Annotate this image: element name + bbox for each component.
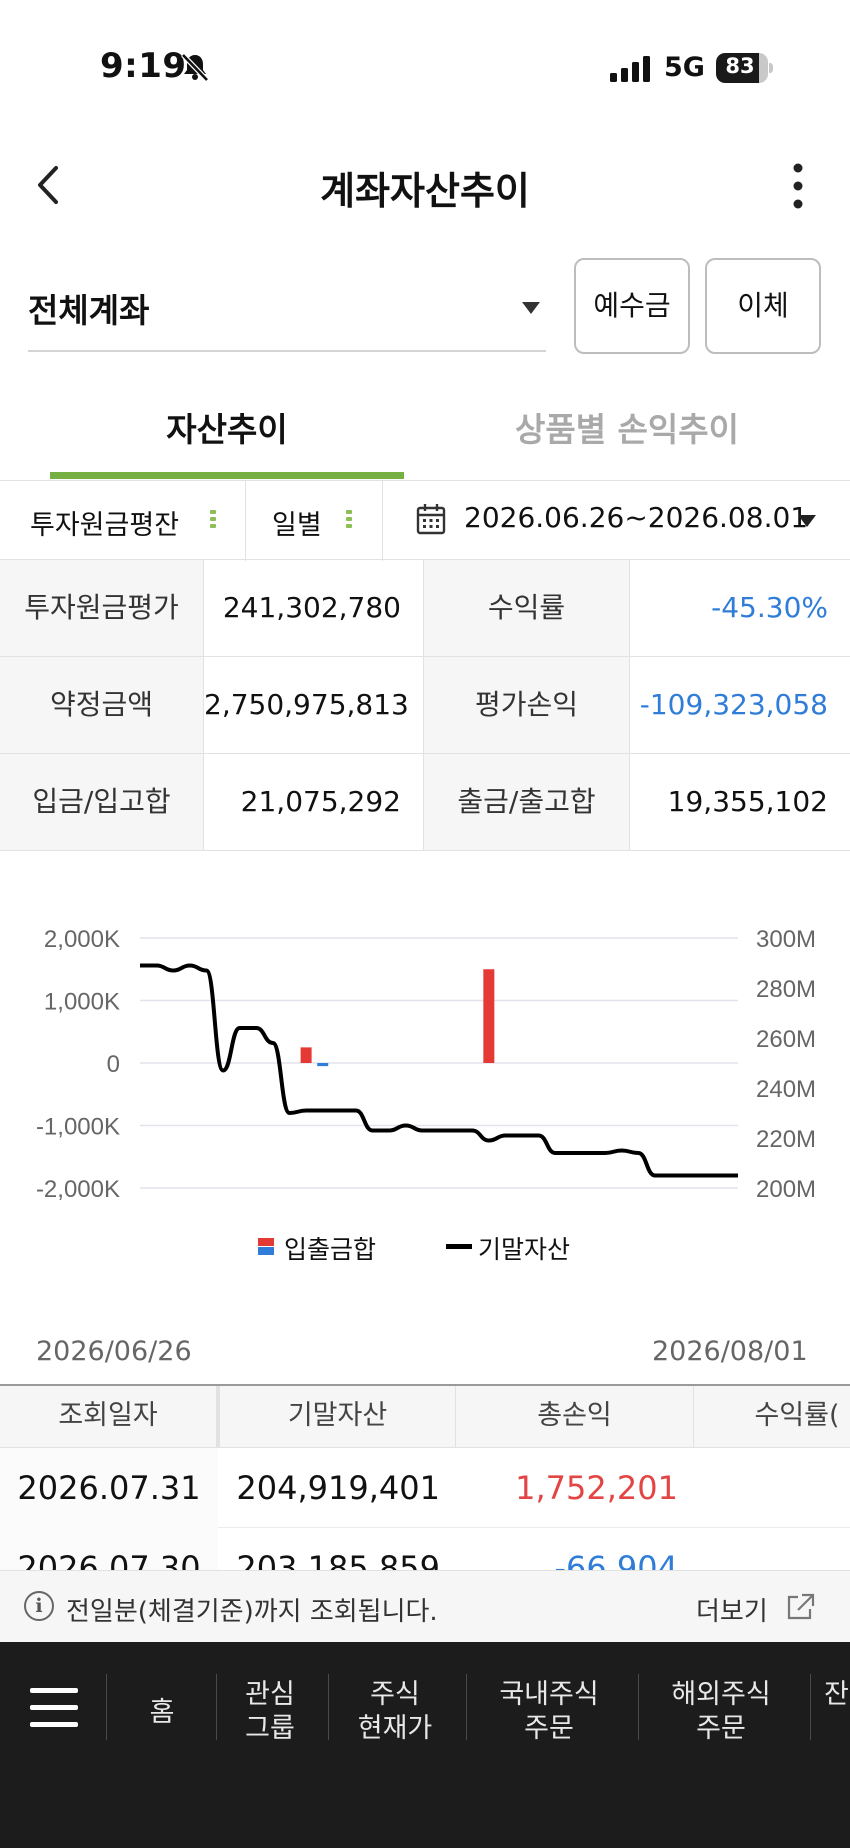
- y-right-tick-label: 200M: [756, 1176, 816, 1203]
- row-end-asset: 204,919,401: [236, 1469, 440, 1507]
- battery-level: 83: [725, 54, 755, 78]
- basis-label: 투자원금평잔: [30, 510, 180, 541]
- nav-overseas-order[interactable]: 해외주식 주문: [642, 1678, 800, 1746]
- nav-label: 그룹: [245, 1713, 295, 1744]
- app-header: 계좌자산추이: [0, 140, 850, 230]
- chart-bar: [483, 969, 495, 1063]
- end-asset-line: [140, 963, 738, 1178]
- row-total-pnl: -66,904: [554, 1549, 678, 1570]
- nav-watch-group[interactable]: 관심 그룹: [220, 1678, 320, 1746]
- y-left-tick-label: -2,000K: [36, 1176, 120, 1203]
- signal-icon: [610, 56, 650, 82]
- deposit-in-label: 입금/입고합: [0, 754, 204, 851]
- status-time: 9:19: [100, 46, 187, 86]
- contract-amount-label: 약정금액: [0, 657, 204, 754]
- chart-bar: [300, 1047, 312, 1063]
- y-right-tick-label: 280M: [756, 976, 816, 1003]
- bottom-nav: 홈 관심 그룹 주식 현재가 국내주식 주문 해외주식 주문 잔: [0, 1642, 850, 1848]
- col-total-pnl: 총손익: [456, 1386, 694, 1448]
- dropdown-arrow-icon: [522, 302, 540, 314]
- period-label: 일별: [272, 510, 322, 541]
- nav-home[interactable]: 홈: [110, 1696, 214, 1730]
- col-end-asset: 기말자산: [220, 1386, 456, 1448]
- network-type: 5G: [664, 52, 705, 83]
- nav-domestic-order[interactable]: 국내주식 주문: [470, 1678, 628, 1746]
- basis-selector[interactable]: 투자원금평잔: [0, 481, 246, 561]
- notice-bar: i 전일분(체결기준)까지 조회됩니다. 더보기: [0, 1570, 850, 1642]
- withdraw-value: 19,355,102: [630, 754, 850, 851]
- chart-bar: [317, 1063, 329, 1067]
- row-date: 2026.07.30: [0, 1528, 218, 1570]
- chart-legend: 입출금합 기말자산: [0, 1232, 850, 1272]
- summary-grid: 투자원금평가 241,302,780 수익률 -45.30% 약정금액 2,75…: [0, 560, 850, 852]
- invest-eval-label: 투자원금평가: [0, 560, 204, 657]
- y-left-tick-label: 2,000K: [44, 926, 120, 953]
- legend-label: 기말자산: [478, 1235, 571, 1264]
- page-title: 계좌자산추이: [320, 169, 530, 213]
- y-right-tick-label: 220M: [756, 1126, 816, 1153]
- y-left-tick-label: 1,000K: [44, 989, 120, 1016]
- asset-table[interactable]: 조회일자 기말자산 총손익 수익률( 2026.07.31 204,919,40…: [0, 1384, 850, 1570]
- row-date: 2026.07.31: [0, 1448, 218, 1528]
- active-tab-indicator: [50, 472, 404, 479]
- tab-asset-trend[interactable]: 자산추이: [50, 400, 404, 480]
- withdraw-label: 출금/출고합: [424, 754, 630, 851]
- status-bar: 9:19 5G 83: [0, 0, 850, 130]
- nav-balance[interactable]: 잔: [824, 1678, 850, 1712]
- notice-text: 전일분(체결기준)까지 조회됩니다.: [66, 1597, 438, 1627]
- transfer-button[interactable]: 이체: [705, 258, 821, 354]
- x-range-start: 2026/06/26: [36, 1336, 192, 1367]
- row-end-asset: 203,185,859: [236, 1549, 440, 1570]
- date-range[interactable]: 2026.06.26~2026.08.01: [464, 501, 808, 534]
- calendar-icon[interactable]: [416, 503, 446, 535]
- contract-amount-value: 2,750,975,813: [204, 657, 424, 754]
- col-rate: 수익률(: [754, 1400, 840, 1431]
- chart-canvas: 2,000K 1,000K 0 -1,000K -2,000K 300M 280M 260M 2…: [36, 926, 816, 1203]
- nav-label: 해외주식: [671, 1679, 771, 1710]
- nav-label: 국내주식: [499, 1679, 599, 1710]
- y-right-tick-label: 300M: [756, 926, 816, 953]
- bell-muted-icon: [181, 53, 209, 82]
- nav-label: 주문: [696, 1713, 746, 1744]
- nav-label: 주문: [524, 1713, 574, 1744]
- y-right-tick-label: 260M: [756, 1026, 816, 1053]
- period-selector[interactable]: 일별: [246, 481, 383, 561]
- account-dropdown[interactable]: 전체계좌: [28, 258, 546, 352]
- drag-handle-icon: [346, 510, 352, 532]
- return-rate-value: -45.30%: [630, 560, 850, 657]
- y-left-tick-label: -1,000K: [36, 1114, 120, 1141]
- x-range-end: 2026/08/01: [652, 1336, 808, 1367]
- filter-bar: 투자원금평잔 일별 2026.06.26~2026.08.01: [0, 480, 850, 561]
- row-total-pnl: 1,752,201: [515, 1469, 678, 1507]
- date-range-dropdown-icon[interactable]: [798, 515, 816, 527]
- nav-label: 주식: [370, 1679, 420, 1710]
- table-header: 조회일자 기말자산 총손익 수익률(: [0, 1386, 850, 1448]
- table-row[interactable]: 2026.07.31 204,919,401 1,752,201: [0, 1448, 850, 1528]
- deposit-in-value: 21,075,292: [204, 754, 424, 851]
- drag-handle-icon: [210, 510, 216, 532]
- nav-label: 잔: [824, 1679, 849, 1710]
- eval-pnl-label: 평가손익: [424, 657, 630, 754]
- nav-label: 현재가: [357, 1713, 433, 1744]
- eval-pnl-value: -109,323,058: [630, 657, 850, 754]
- nav-label: 관심: [245, 1679, 295, 1710]
- external-link-icon[interactable]: [786, 1593, 816, 1621]
- tab-product-pnl-trend[interactable]: 상품별 손익추이: [440, 400, 814, 480]
- account-selected: 전체계좌: [28, 291, 150, 330]
- nav-stock-price[interactable]: 주식 현재가: [334, 1678, 456, 1746]
- col-date: 조회일자: [0, 1386, 220, 1448]
- more-link[interactable]: 더보기: [696, 1591, 768, 1628]
- menu-icon[interactable]: [30, 1688, 78, 1728]
- legend-label: 입출금합: [284, 1235, 377, 1264]
- info-icon: i: [24, 1591, 54, 1621]
- invest-eval-value: 241,302,780: [204, 560, 424, 657]
- return-rate-label: 수익률: [424, 560, 630, 657]
- more-vertical-icon[interactable]: [786, 162, 810, 210]
- nav-label: 홈: [149, 1697, 175, 1728]
- y-left-tick-label: 0: [107, 1051, 120, 1078]
- table-row[interactable]: 2026.07.30 203,185,859 -66,904: [0, 1528, 850, 1570]
- deposit-button[interactable]: 예수금: [574, 258, 690, 354]
- battery-icon: 83: [716, 53, 774, 83]
- y-right-tick-label: 240M: [756, 1076, 816, 1103]
